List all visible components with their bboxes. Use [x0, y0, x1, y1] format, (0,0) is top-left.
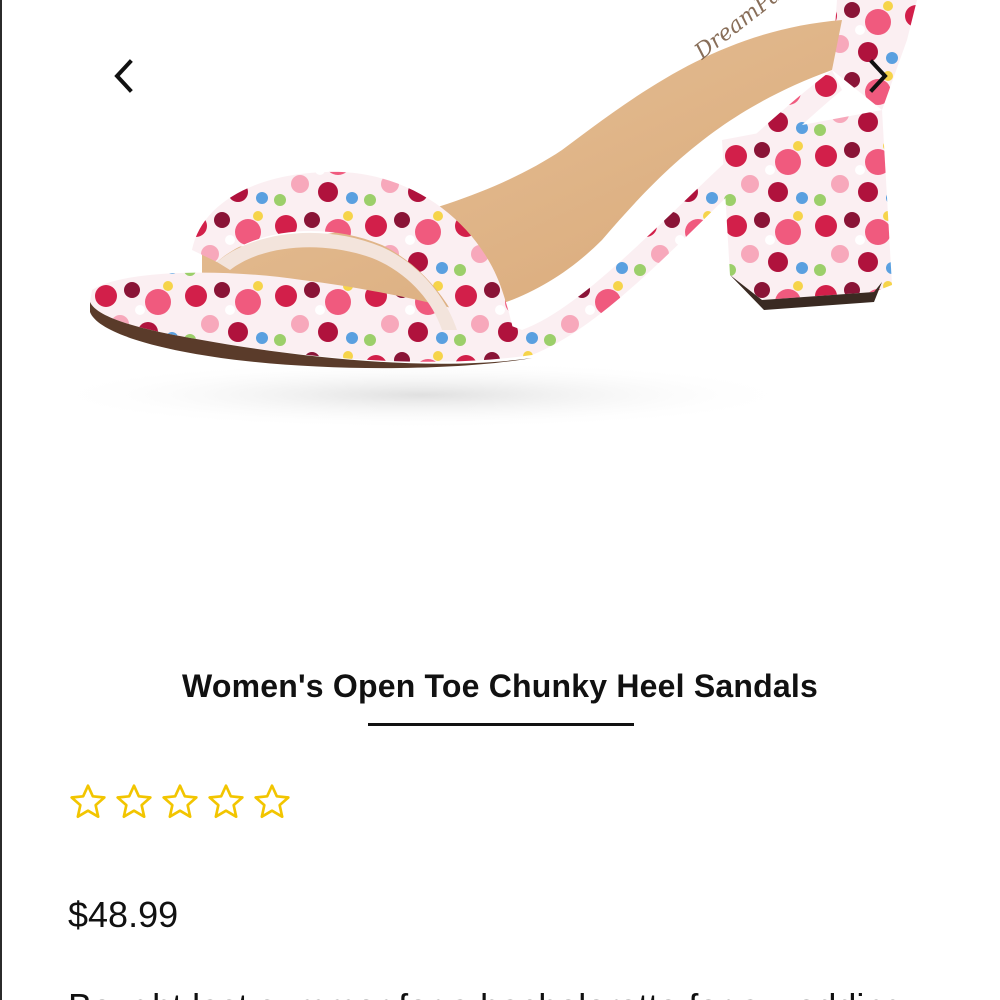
- star-icon[interactable]: [160, 782, 200, 822]
- carousel-next-button[interactable]: [854, 52, 902, 100]
- star-rating[interactable]: [68, 782, 292, 822]
- star-icon[interactable]: [114, 782, 154, 822]
- star-icon[interactable]: [68, 782, 108, 822]
- carousel-prev-button[interactable]: [100, 52, 148, 100]
- star-icon[interactable]: [206, 782, 246, 822]
- product-page: DreamPairs Women's Open Toe Chunky Heel …: [0, 0, 1000, 1000]
- product-description: Bought last summer for a bachelorette fo…: [68, 986, 948, 1000]
- chevron-right-icon: [869, 59, 888, 93]
- product-title: Women's Open Toe Chunky Heel Sandals: [182, 668, 818, 704]
- chevron-left-icon: [114, 59, 133, 93]
- product-price: $48.99: [68, 894, 179, 935]
- title-underline: [368, 723, 634, 726]
- product-image: DreamPairs: [42, 0, 917, 429]
- product-image-carousel[interactable]: DreamPairs: [2, 0, 1000, 520]
- star-icon[interactable]: [252, 782, 292, 822]
